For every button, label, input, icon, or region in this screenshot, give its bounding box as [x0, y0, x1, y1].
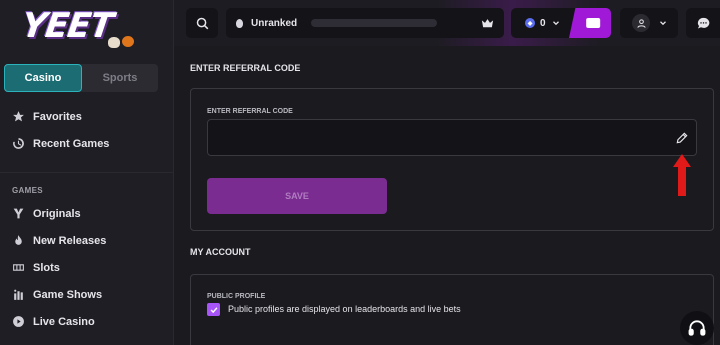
pumpkin-icon [122, 36, 134, 47]
account-section-title: MY ACCOUNT [190, 247, 251, 257]
rank-progress-widget[interactable]: Unranked 0% [226, 8, 504, 38]
rank-egg-icon [236, 18, 243, 28]
casino-sports-toggle: Casino Sports [4, 64, 158, 92]
user-menu[interactable] [620, 8, 678, 38]
referral-field-label: ENTER REFERRAL CODE [207, 108, 293, 115]
slots-icon [13, 264, 24, 271]
referral-section-title: ENTER REFERRAL CODE [190, 63, 301, 73]
wallet-icon [586, 18, 601, 28]
chat-icon [697, 17, 709, 28]
chat-button[interactable] [686, 8, 720, 38]
star-icon [13, 111, 24, 122]
sidebar: YEET Casino Sports Favorites Recent Game… [0, 0, 174, 345]
chevron-down-icon [552, 21, 559, 26]
sidebar-item-live-casino[interactable]: Live Casino [12, 315, 95, 328]
avatar [632, 14, 650, 32]
tab-casino[interactable]: Casino [4, 64, 82, 92]
wallet-button[interactable] [569, 8, 611, 38]
referral-card: ENTER REFERRAL CODE SAVE [190, 88, 714, 231]
sidebar-item-game-shows[interactable]: Game Shows [12, 288, 102, 301]
pencil-edit-icon[interactable] [675, 131, 689, 145]
rank-label: Unranked [251, 17, 298, 29]
referral-code-input[interactable] [207, 119, 697, 156]
rank-progress-bar [311, 19, 438, 27]
sidebar-item-label: Game Shows [33, 288, 103, 301]
annotation-arrow-icon [673, 154, 691, 196]
balance-amount: 0 [540, 17, 546, 29]
user-icon [636, 18, 646, 28]
sidebar-item-recent-games[interactable]: Recent Games [12, 137, 109, 150]
search-icon [196, 17, 208, 29]
crown-icon [481, 18, 493, 27]
logo-text: YEET [19, 6, 116, 46]
sidebar-item-new-releases[interactable]: New Releases [12, 234, 106, 247]
wallet-balance[interactable]: ◆ 0 [511, 8, 611, 38]
skull-icon [108, 37, 120, 48]
sidebar-item-originals[interactable]: Originals [12, 207, 81, 220]
public-profile-label: PUBLIC PROFILE [207, 293, 266, 300]
history-icon [13, 138, 24, 149]
vip-crown-button[interactable] [471, 8, 503, 38]
flame-icon [15, 235, 22, 245]
sidebar-item-slots[interactable]: Slots [12, 261, 60, 274]
game-shows-icon [14, 289, 23, 300]
tab-sports[interactable]: Sports [82, 64, 158, 92]
sidebar-item-label: Favorites [33, 110, 82, 123]
live-casino-icon [13, 316, 24, 327]
sidebar-item-label: Recent Games [33, 137, 110, 150]
support-button[interactable] [680, 311, 714, 345]
sidebar-item-label: Live Casino [33, 315, 95, 328]
currency-icon: ◆ [525, 18, 535, 28]
headset-icon [688, 320, 706, 336]
search-button[interactable] [186, 8, 218, 38]
public-profile-checkbox[interactable] [207, 303, 220, 316]
sidebar-item-label: Slots [33, 261, 60, 274]
sidebar-divider [0, 172, 174, 173]
chevron-down-icon [660, 21, 666, 26]
save-button[interactable]: SAVE [207, 178, 387, 214]
originals-icon [13, 208, 24, 219]
top-bar: Unranked 0% ◆ 0 [174, 0, 720, 46]
sidebar-item-label: Originals [33, 207, 81, 220]
account-card: PUBLIC PROFILE Public profiles are displ… [190, 274, 714, 345]
public-profile-text: Public profiles are displayed on leaderb… [228, 304, 461, 314]
sidebar-section-games: GAMES [12, 186, 43, 195]
sidebar-item-favorites[interactable]: Favorites [12, 110, 82, 123]
yeet-logo[interactable]: YEET [19, 6, 142, 48]
sidebar-item-label: New Releases [33, 234, 107, 247]
checkmark-icon [210, 306, 217, 313]
